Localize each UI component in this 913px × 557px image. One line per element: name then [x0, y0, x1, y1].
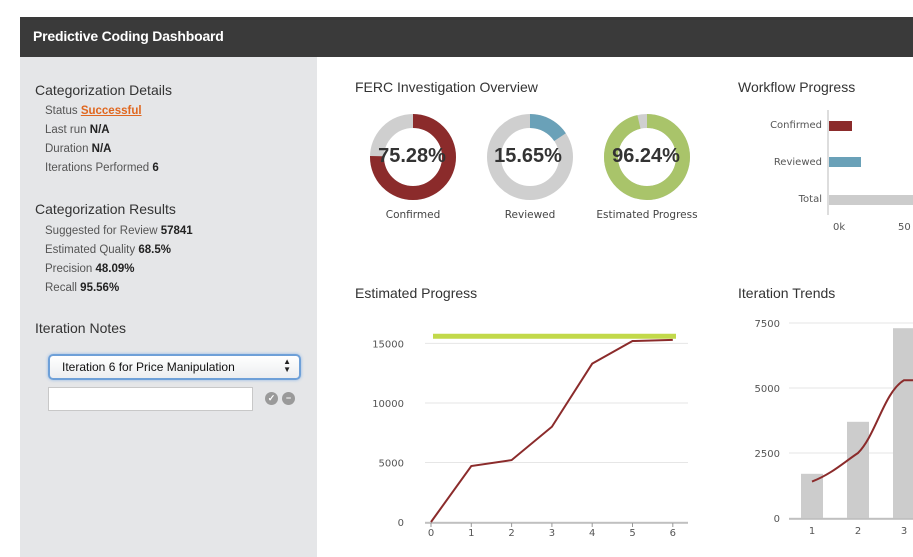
iteration-trends-chart: 0 2500 5000 7500 1 2 3	[755, 319, 913, 537]
trends-bar	[847, 421, 869, 518]
trends-x-tick: 1	[809, 526, 815, 537]
trends-y-tick: 0	[774, 514, 780, 525]
trends-x-tick: 3	[901, 526, 907, 537]
trends-x-tick: 2	[855, 526, 861, 537]
trends-y-tick: 2500	[755, 449, 780, 460]
trends-y-tick: 7500	[755, 319, 780, 330]
trends-y-tick: 5000	[755, 384, 780, 395]
trends-bar	[893, 328, 913, 518]
trends-bar	[801, 473, 823, 518]
